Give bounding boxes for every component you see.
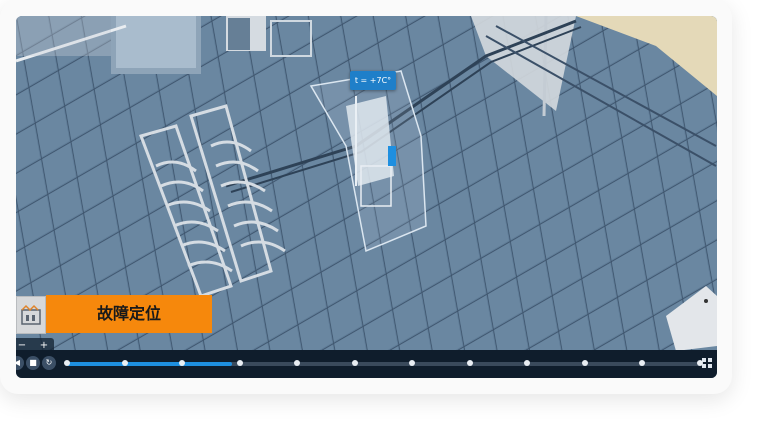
- timeline-bar: ◀ ■ ↻: [16, 350, 717, 378]
- timeline-marker[interactable]: [351, 360, 358, 366]
- timeline-track[interactable]: [64, 360, 703, 366]
- timeline-marker[interactable]: [466, 360, 473, 366]
- card-container: t = +7C° 故障定位 − + ◀ ■ ↻: [0, 0, 732, 394]
- factory-icon[interactable]: [16, 296, 46, 334]
- timeline-marker[interactable]: [294, 360, 301, 366]
- camera-icon[interactable]: ■: [26, 356, 40, 370]
- timeline-marker[interactable]: [524, 360, 531, 366]
- refresh-icon[interactable]: ↻: [42, 356, 56, 370]
- timeline-marker[interactable]: [409, 360, 416, 366]
- fault-location-button[interactable]: 故障定位: [46, 295, 212, 333]
- 3d-viewport[interactable]: t = +7C° 故障定位 − + ◀ ■ ↻: [16, 16, 717, 378]
- grid-icon[interactable]: [702, 358, 712, 368]
- timeline-progress: [67, 362, 232, 366]
- timeline-marker[interactable]: [64, 360, 70, 366]
- timeline-marker[interactable]: [639, 360, 646, 366]
- timeline-marker[interactable]: [581, 360, 588, 366]
- temperature-tag[interactable]: t = +7C°: [350, 71, 396, 90]
- timeline-marker[interactable]: [236, 360, 243, 366]
- timeline-marker[interactable]: [121, 360, 128, 366]
- prev-icon[interactable]: ◀: [16, 356, 24, 370]
